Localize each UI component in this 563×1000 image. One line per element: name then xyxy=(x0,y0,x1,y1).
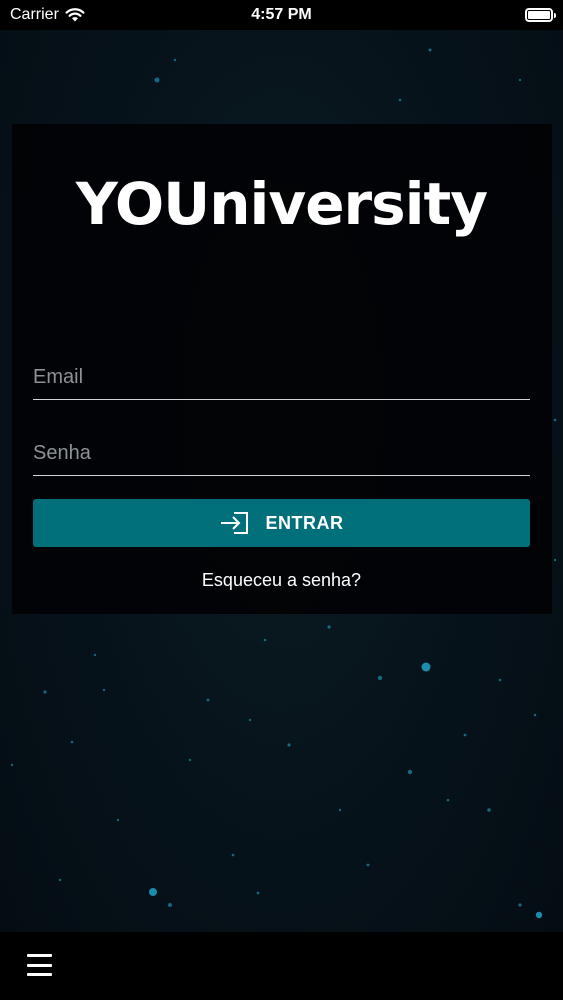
star xyxy=(231,853,235,857)
star xyxy=(446,798,450,802)
login-icon xyxy=(220,512,248,534)
star xyxy=(149,888,157,896)
star xyxy=(102,688,106,692)
star xyxy=(10,763,14,767)
star xyxy=(338,808,342,812)
star xyxy=(553,418,557,422)
star xyxy=(498,678,502,682)
star xyxy=(421,662,431,672)
star xyxy=(287,743,291,747)
star xyxy=(93,653,97,657)
star xyxy=(533,713,537,717)
star xyxy=(518,78,522,82)
status-left: Carrier xyxy=(10,6,160,24)
logo-text: YOUniversity xyxy=(75,170,488,238)
star xyxy=(327,625,331,629)
star xyxy=(366,863,370,867)
star xyxy=(553,558,557,562)
status-bar: Carrier 4:57 PM xyxy=(0,0,563,30)
menu-icon-line xyxy=(27,954,52,957)
star xyxy=(518,903,522,907)
forgot-password-link[interactable]: Esqueceu a senha? xyxy=(0,570,563,591)
password-field-container xyxy=(33,432,530,476)
star xyxy=(70,740,74,744)
menu-icon[interactable] xyxy=(27,954,52,976)
battery-icon xyxy=(525,8,556,22)
star xyxy=(168,903,172,907)
star xyxy=(463,733,467,737)
star xyxy=(206,698,210,702)
carrier-label: Carrier xyxy=(10,6,59,23)
logo: YOUniversity xyxy=(0,170,563,238)
status-right xyxy=(403,8,556,22)
star xyxy=(116,818,120,822)
star xyxy=(173,58,177,62)
login-button-label: ENTRAR xyxy=(265,512,344,533)
wifi-icon xyxy=(65,8,85,22)
star xyxy=(428,48,432,52)
star xyxy=(398,98,402,102)
menu-icon-line xyxy=(27,963,52,967)
email-input[interactable] xyxy=(33,356,530,399)
star xyxy=(407,769,413,775)
login-button[interactable]: ENTRAR xyxy=(33,499,530,547)
star xyxy=(43,690,47,694)
email-field-container xyxy=(33,356,530,400)
battery-fill xyxy=(528,11,550,19)
star xyxy=(256,891,260,895)
bottom-bar xyxy=(0,932,563,1000)
star xyxy=(58,878,62,882)
star xyxy=(263,638,267,642)
star xyxy=(188,758,192,762)
menu-icon-line xyxy=(27,973,52,976)
star xyxy=(154,77,160,83)
star xyxy=(377,675,383,681)
star xyxy=(248,718,252,722)
star xyxy=(535,911,543,919)
password-input[interactable] xyxy=(33,432,530,475)
star xyxy=(487,808,491,812)
